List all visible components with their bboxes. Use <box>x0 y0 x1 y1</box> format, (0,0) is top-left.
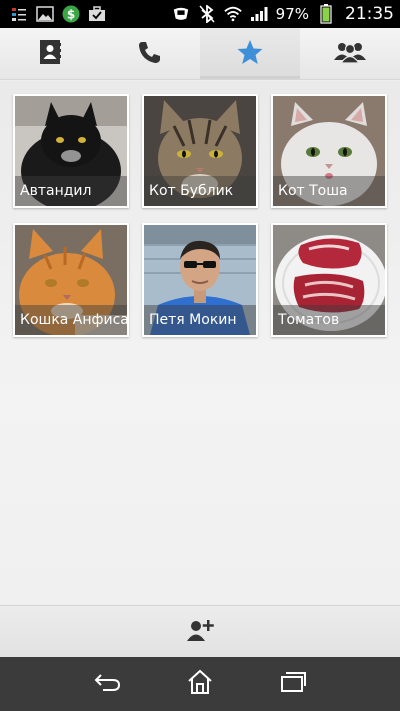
phone-icon <box>137 39 163 69</box>
action-bar <box>0 605 400 657</box>
image-icon <box>36 5 54 23</box>
contact-name: Кот Тоша <box>273 176 385 206</box>
tab-phone[interactable] <box>100 28 200 79</box>
contact-name: Кошка Анфиса <box>15 305 127 335</box>
status-left-icons: $ <box>10 5 106 23</box>
back-button[interactable] <box>87 664 127 704</box>
battery-icon <box>317 4 335 24</box>
tab-contacts[interactable] <box>0 28 100 79</box>
briefcase-icon <box>88 5 106 23</box>
favorite-contact-tile[interactable]: Кот Бублик <box>142 94 258 208</box>
contact-name: Петя Мокин <box>144 305 256 335</box>
groups-icon <box>333 40 367 68</box>
bluetooth-icon <box>198 5 216 23</box>
contact-photo: Автандил <box>15 96 127 206</box>
contact-photo: Кот Тоша <box>273 96 385 206</box>
favorite-contact-tile[interactable]: Петя Мокин <box>142 223 258 337</box>
status-right-icons: 97% 21:35 <box>172 4 394 24</box>
battery-percent: 97% <box>275 5 309 23</box>
favorite-contact-tile[interactable]: Кот Тоша <box>271 94 387 208</box>
favorites-grid: Автандил Кот Бублик Кот Тоша Кошка Анфис… <box>13 94 387 337</box>
status-bar: $ 97% 21:35 <box>0 0 400 28</box>
recent-apps-icon <box>279 671 307 697</box>
tab-favorites[interactable] <box>200 28 300 79</box>
dollar-icon: $ <box>62 5 80 23</box>
contact-name: Томатов <box>273 305 385 335</box>
navigation-bar <box>0 657 400 711</box>
add-contact-button[interactable] <box>180 612 220 652</box>
recent-apps-button[interactable] <box>273 664 313 704</box>
signal-icon <box>250 5 268 23</box>
list-icon <box>10 5 28 23</box>
nfc-icon <box>172 5 190 23</box>
svg-text:$: $ <box>67 8 75 22</box>
favorite-contact-tile[interactable]: Томатов <box>271 223 387 337</box>
star-icon <box>236 38 264 70</box>
home-icon <box>186 669 214 699</box>
wifi-icon <box>223 5 242 23</box>
contact-name: Автандил <box>15 176 127 206</box>
contacts-book-icon <box>38 39 62 69</box>
back-icon <box>93 671 121 697</box>
tab-bar <box>0 28 400 80</box>
favorite-contact-tile[interactable]: Автандил <box>13 94 129 208</box>
favorite-contact-tile[interactable]: Кошка Анфиса <box>13 223 129 337</box>
favorites-content: Автандил Кот Бублик Кот Тоша Кошка Анфис… <box>0 81 400 604</box>
contact-photo: Петя Мокин <box>144 225 256 335</box>
add-contact-icon <box>186 618 214 646</box>
contact-photo: Томатов <box>273 225 385 335</box>
tab-groups[interactable] <box>300 28 400 79</box>
contact-photo: Кошка Анфиса <box>15 225 127 335</box>
home-button[interactable] <box>180 664 220 704</box>
contact-photo: Кот Бублик <box>144 96 256 206</box>
contact-name: Кот Бублик <box>144 176 256 206</box>
clock: 21:35 <box>345 4 394 24</box>
